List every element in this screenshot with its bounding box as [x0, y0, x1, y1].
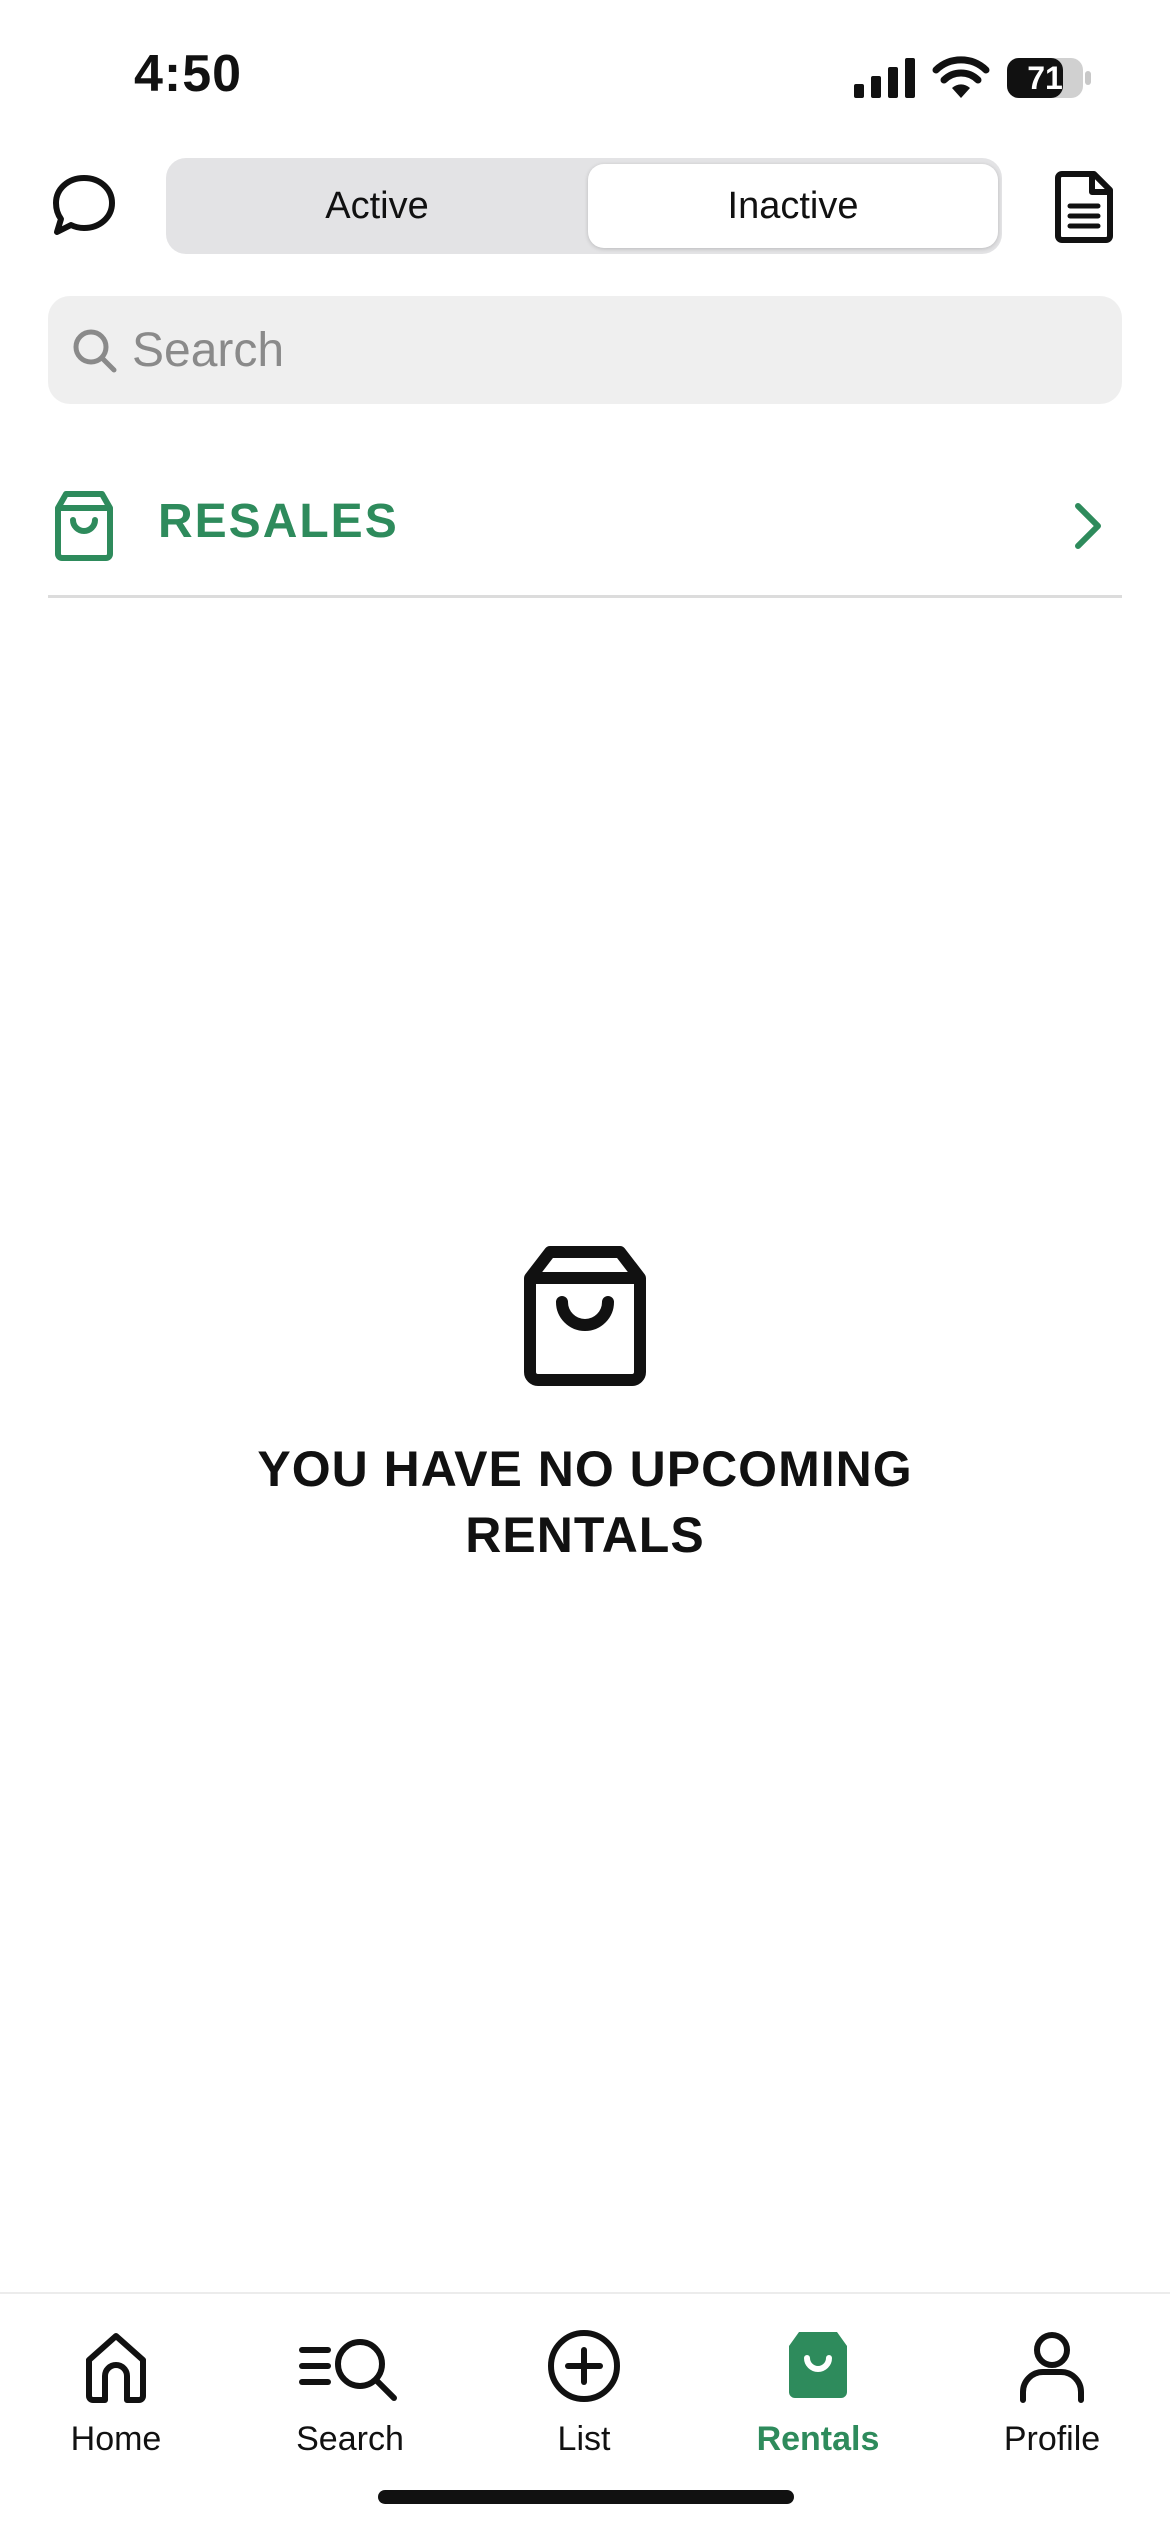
tab-search[interactable]: Search: [250, 2314, 450, 2464]
status-bar: 4:50 71: [0, 0, 1170, 150]
search-icon: [73, 329, 117, 373]
segment-inactive-label: Inactive: [727, 184, 859, 227]
segment-inactive[interactable]: Inactive: [588, 164, 998, 248]
tab-home[interactable]: Home: [16, 2314, 216, 2464]
active-inactive-toggle: Active Inactive: [166, 158, 1002, 254]
search-list-icon: [299, 2339, 397, 2401]
tab-profile[interactable]: Profile: [952, 2314, 1152, 2464]
rentals-screen: 4:50 71 Active Inactive Search RESALES Y…: [0, 0, 1170, 2532]
chevron-right-icon: [1075, 503, 1101, 549]
resales-label: RESALES: [158, 495, 399, 548]
search-bar[interactable]: [48, 296, 1122, 404]
tab-list[interactable]: List: [484, 2314, 684, 2464]
home-indicator: [378, 2490, 794, 2504]
plus-circle-icon: [548, 2330, 620, 2402]
chat-bubble-icon[interactable]: [48, 170, 120, 242]
person-icon: [1020, 2332, 1084, 2403]
signal-icon: [854, 58, 915, 98]
shopping-bag-icon: [55, 491, 113, 561]
battery-level: 71: [1027, 60, 1063, 96]
tab-rentals[interactable]: Rentals: [718, 2314, 918, 2464]
tab-list-label: List: [557, 2420, 611, 2458]
search-input[interactable]: [132, 296, 1092, 404]
tab-search-label: Search: [296, 2420, 404, 2458]
resales-row[interactable]: RESALES: [48, 468, 1122, 598]
home-icon: [86, 2333, 146, 2403]
segment-active-label: Active: [325, 184, 429, 227]
empty-state-line-2: RENTALS: [465, 1507, 705, 1563]
segment-active[interactable]: Active: [172, 164, 582, 248]
wifi-icon: [932, 56, 990, 98]
battery-icon: 71: [1006, 56, 1092, 100]
shopping-bag-icon: [789, 2332, 847, 2398]
empty-state-line-1: YOU HAVE NO UPCOMING: [257, 1441, 913, 1497]
empty-state-message: YOU HAVE NO UPCOMING RENTALS: [185, 1436, 985, 1568]
tab-home-label: Home: [70, 2420, 162, 2458]
empty-state-bag-icon: [524, 1246, 646, 1386]
status-time: 4:50: [134, 45, 243, 103]
tab-rentals-label: Rentals: [756, 2420, 880, 2458]
tab-profile-label: Profile: [1003, 2420, 1101, 2458]
document-icon[interactable]: [1050, 168, 1120, 244]
